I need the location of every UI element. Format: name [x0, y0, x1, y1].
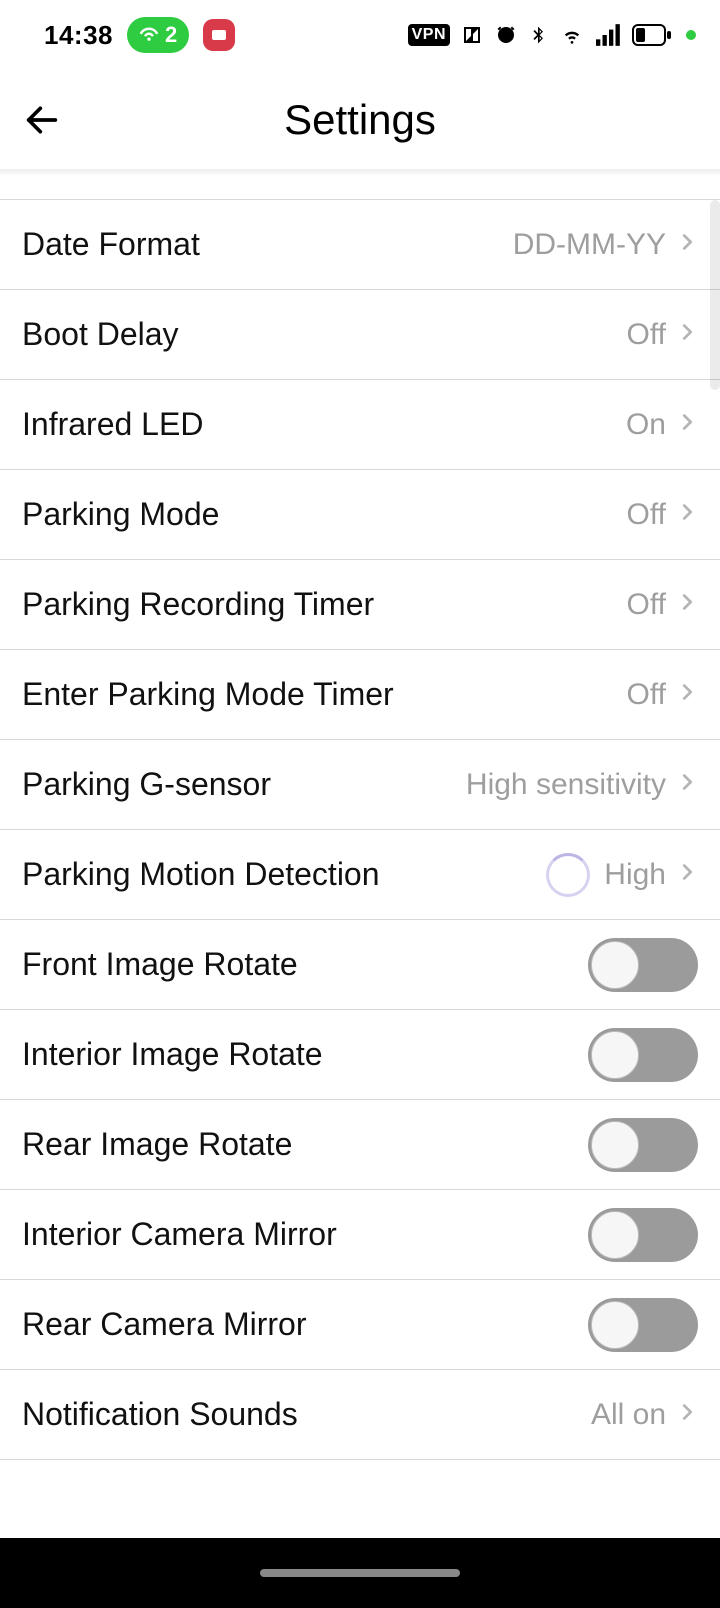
setting-label: Parking Mode: [22, 496, 627, 533]
status-right: VPN: [408, 22, 696, 48]
setting-value: High: [604, 858, 666, 892]
settings-list[interactable]: Date FormatDD-MM-YYBoot DelayOffInfrared…: [0, 170, 720, 1538]
toggle-interior_mirror[interactable]: [588, 1208, 698, 1262]
vpn-badge: VPN: [408, 24, 450, 46]
status-left: 14:38 2: [44, 17, 235, 53]
toggle-front_rotate[interactable]: [588, 938, 698, 992]
nav-handle[interactable]: [260, 1569, 460, 1577]
setting-row-interior_rotate[interactable]: Interior Image Rotate: [0, 1010, 720, 1100]
toggle-knob: [591, 1301, 639, 1349]
setting-label: Interior Image Rotate: [22, 1036, 588, 1073]
setting-label: Notification Sounds: [22, 1396, 591, 1433]
setting-row-parking_gsensor[interactable]: Parking G-sensorHigh sensitivity: [0, 740, 720, 830]
setting-row-rear_rotate[interactable]: Rear Image Rotate: [0, 1100, 720, 1190]
setting-label: Parking Recording Timer: [22, 586, 627, 623]
toggle-rear_mirror[interactable]: [588, 1298, 698, 1352]
list-scroll-gap: [0, 170, 720, 200]
setting-label: Parking G-sensor: [22, 766, 466, 803]
hotspot-icon: [139, 25, 159, 45]
setting-label: Parking Motion Detection: [22, 856, 546, 893]
signal-icon: [596, 24, 622, 46]
chevron-right-icon: [676, 225, 698, 264]
setting-row-parking_rec_timer[interactable]: Parking Recording TimerOff: [0, 560, 720, 650]
setting-row-parking_mode[interactable]: Parking ModeOff: [0, 470, 720, 560]
toggle-rear_rotate[interactable]: [588, 1118, 698, 1172]
chevron-right-icon: [676, 405, 698, 444]
scrollbar-thumb[interactable]: [710, 200, 720, 390]
setting-label: Date Format: [22, 226, 513, 263]
toggle-knob: [591, 941, 639, 989]
setting-label: Rear Image Rotate: [22, 1126, 588, 1163]
toggle-interior_rotate[interactable]: [588, 1028, 698, 1082]
wifi-icon: [558, 24, 586, 46]
back-button[interactable]: [18, 96, 66, 144]
battery-icon: [632, 24, 672, 46]
chevron-right-icon: [676, 1395, 698, 1434]
setting-value: Off: [627, 588, 666, 622]
bluetooth-icon: [528, 22, 548, 48]
chevron-right-icon: [676, 315, 698, 354]
arrow-left-icon: [22, 100, 62, 140]
system-nav-bar: [0, 1538, 720, 1608]
setting-value: DD-MM-YY: [513, 228, 666, 262]
setting-row-interior_mirror[interactable]: Interior Camera Mirror: [0, 1190, 720, 1280]
toggle-knob: [591, 1031, 639, 1079]
setting-row-front_rotate[interactable]: Front Image Rotate: [0, 920, 720, 1010]
loading-spinner-icon: [546, 853, 590, 897]
setting-row-boot_delay[interactable]: Boot DelayOff: [0, 290, 720, 380]
chevron-right-icon: [676, 495, 698, 534]
setting-row-notif_sounds[interactable]: Notification SoundsAll on: [0, 1370, 720, 1460]
status-bar: 14:38 2 VPN: [0, 0, 720, 70]
nfc-icon: [460, 23, 484, 47]
chevron-right-icon: [676, 765, 698, 804]
setting-value: On: [626, 408, 666, 442]
setting-row-infrared_led[interactable]: Infrared LEDOn: [0, 380, 720, 470]
alarm-icon: [494, 23, 518, 47]
setting-label: Boot Delay: [22, 316, 627, 353]
page-title: Settings: [284, 96, 436, 144]
chevron-right-icon: [676, 675, 698, 714]
setting-row-enter_parking[interactable]: Enter Parking Mode TimerOff: [0, 650, 720, 740]
status-time: 14:38: [44, 20, 113, 51]
setting-row-parking_motion[interactable]: Parking Motion Detection High: [0, 830, 720, 920]
setting-row-date_format[interactable]: Date FormatDD-MM-YY: [0, 200, 720, 290]
hotspot-count: 2: [165, 22, 177, 48]
app-header: Settings: [0, 70, 720, 170]
toggle-knob: [591, 1121, 639, 1169]
setting-value: High sensitivity: [466, 768, 666, 802]
hotspot-badge: 2: [127, 17, 189, 53]
setting-label: Interior Camera Mirror: [22, 1216, 588, 1253]
toggle-knob: [591, 1211, 639, 1259]
privacy-dot-icon: [686, 30, 696, 40]
setting-value: Off: [627, 498, 666, 532]
screen-record-badge: [203, 19, 235, 51]
setting-label: Infrared LED: [22, 406, 626, 443]
setting-label: Rear Camera Mirror: [22, 1306, 588, 1343]
setting-label: Enter Parking Mode Timer: [22, 676, 627, 713]
setting-value: Off: [627, 318, 666, 352]
chevron-right-icon: [676, 855, 698, 894]
chevron-right-icon: [676, 585, 698, 624]
setting-value: All on: [591, 1398, 666, 1432]
setting-row-rear_mirror[interactable]: Rear Camera Mirror: [0, 1280, 720, 1370]
setting-value: Off: [627, 678, 666, 712]
setting-label: Front Image Rotate: [22, 946, 588, 983]
